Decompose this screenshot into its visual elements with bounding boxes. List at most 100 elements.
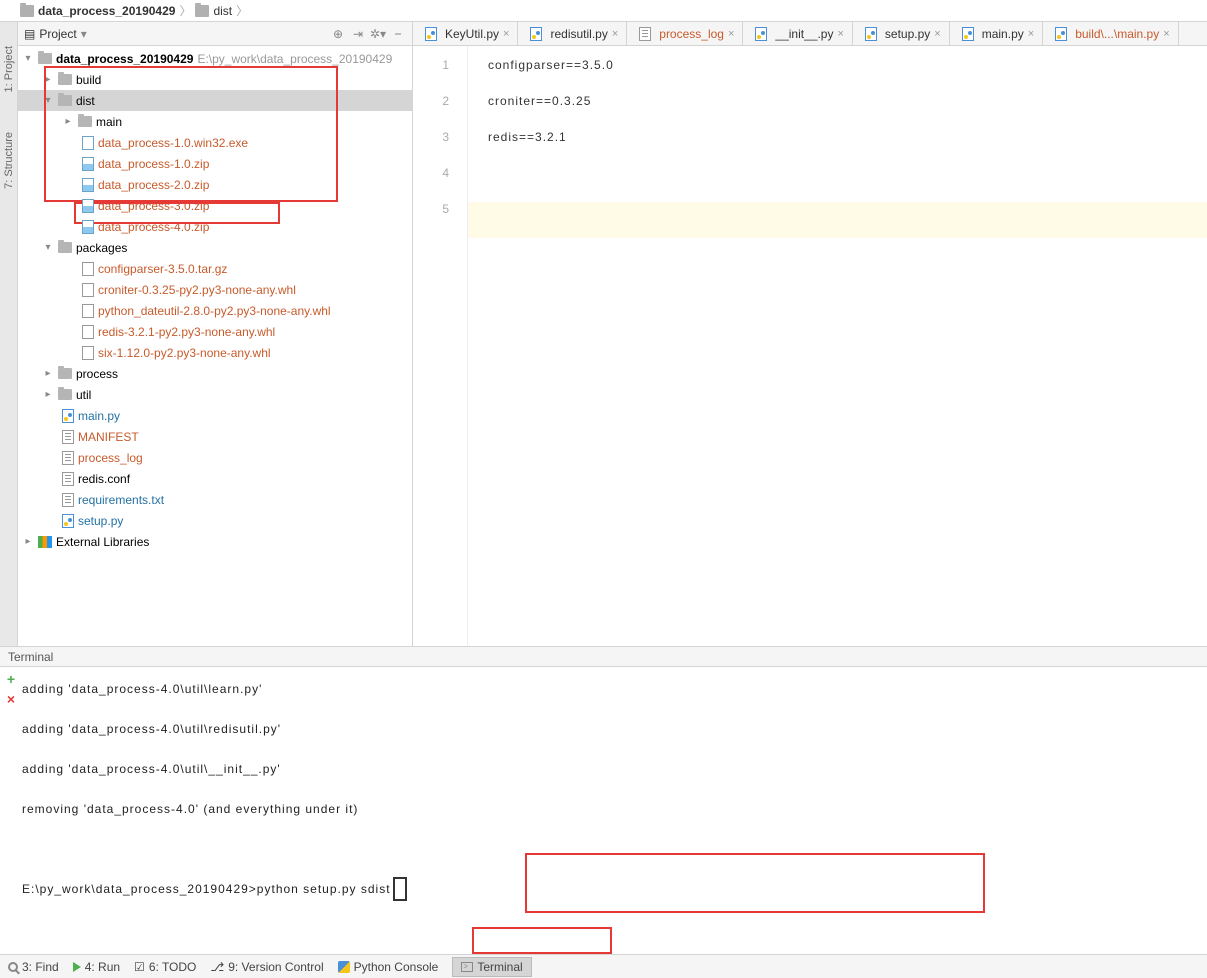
tree-folder-dist[interactable]: ▾ dist xyxy=(18,90,412,111)
play-icon xyxy=(73,962,81,972)
line-number: 2 xyxy=(413,94,467,130)
bottom-vcs[interactable]: ⎇9: Version Control xyxy=(210,960,323,974)
collapse-icon[interactable]: ⇥ xyxy=(350,26,366,42)
project-tree[interactable]: ▾ data_process_20190429 E:\py_work\data_… xyxy=(18,46,412,646)
tree-file-manifest[interactable]: MANIFEST xyxy=(18,426,412,447)
text-icon xyxy=(62,430,74,444)
tree-file[interactable]: data_process-2.0.zip xyxy=(18,174,412,195)
python-icon xyxy=(425,27,437,41)
text-icon xyxy=(639,27,651,41)
gear-icon[interactable]: ✲▾ xyxy=(370,26,386,42)
tree-folder-process[interactable]: ▸process xyxy=(18,363,412,384)
tab-redisutil[interactable]: redisutil.py× xyxy=(518,22,627,45)
code-line: redis==3.2.1 xyxy=(468,130,1207,166)
tree-file-reqs[interactable]: requirements.txt xyxy=(18,489,412,510)
close-icon[interactable]: × xyxy=(934,28,940,40)
chevron-right-icon[interactable]: ▸ xyxy=(62,116,74,127)
bottom-toolbar: 3: Find 4: Run ☑6: TODO ⎇9: Version Cont… xyxy=(0,954,1207,978)
tree-folder-util[interactable]: ▸util xyxy=(18,384,412,405)
close-icon[interactable]: × xyxy=(728,28,734,40)
folder-icon xyxy=(58,368,72,379)
chevron-right-icon[interactable]: ▸ xyxy=(42,74,54,85)
close-icon[interactable]: × xyxy=(1163,28,1169,40)
tree-file[interactable]: python_dateutil-2.8.0-py2.py3-none-any.w… xyxy=(18,300,412,321)
tree-file[interactable]: six-1.12.0-py2.py3-none-any.whl xyxy=(18,342,412,363)
tree-external-libs[interactable]: ▸External Libraries xyxy=(18,531,412,552)
code-line: croniter==0.3.25 xyxy=(468,94,1207,130)
plus-icon[interactable]: + xyxy=(7,671,15,687)
tree-label: data_process-4.0.zip xyxy=(98,220,209,234)
tree-label: requirements.txt xyxy=(78,493,164,507)
tree-folder-build[interactable]: ▸ build xyxy=(18,69,412,90)
tree-path: E:\py_work\data_process_20190429 xyxy=(197,52,392,66)
tree-folder-packages[interactable]: ▾ packages xyxy=(18,237,412,258)
tree-label: dist xyxy=(76,94,95,108)
folder-icon xyxy=(195,5,209,17)
tree-file[interactable]: data_process-4.0.zip xyxy=(18,216,412,237)
folder-icon xyxy=(58,95,72,106)
hide-icon[interactable]: ⎯ xyxy=(390,26,406,42)
tree-file[interactable]: croniter-0.3.25-py2.py3-none-any.whl xyxy=(18,279,412,300)
close-icon[interactable]: × xyxy=(503,28,509,40)
chevron-down-icon[interactable]: ▾ xyxy=(42,242,54,253)
tree-file[interactable]: data_process-1.0.zip xyxy=(18,153,412,174)
tree-label: process_log xyxy=(78,451,143,465)
chevron-right-icon[interactable]: ▸ xyxy=(42,389,54,400)
dropdown-icon[interactable]: ▾ xyxy=(81,27,87,41)
terminal-line: adding 'data_process-4.0\util\learn.py' xyxy=(22,669,1207,709)
folder-icon xyxy=(78,116,92,127)
chevron-down-icon[interactable]: ▾ xyxy=(22,53,34,64)
folder-icon xyxy=(58,242,72,253)
panel-title: Project xyxy=(39,27,76,41)
bottom-pyconsole[interactable]: Python Console xyxy=(338,960,439,974)
chevron-right-icon[interactable]: ▸ xyxy=(42,368,54,379)
locate-icon[interactable]: ⊕ xyxy=(330,26,346,42)
tab-buildmain[interactable]: build\...\main.py× xyxy=(1043,22,1178,45)
tree-file[interactable]: data_process-1.0.win32.exe xyxy=(18,132,412,153)
code-editor[interactable]: 1 2 3 4 5 configparser==3.5.0 croniter==… xyxy=(413,46,1207,646)
breadcrumb-root[interactable]: data_process_20190429 xyxy=(38,4,175,18)
tree-folder-main[interactable]: ▸ main xyxy=(18,111,412,132)
chevron-down-icon[interactable]: ▾ xyxy=(42,95,54,106)
chevron-right-icon[interactable]: ▸ xyxy=(22,536,34,547)
bottom-label: 3: Find xyxy=(22,960,59,974)
bottom-find[interactable]: 3: Find xyxy=(8,960,59,974)
tab-processlog[interactable]: process_log× xyxy=(627,22,743,45)
close-icon[interactable]: × xyxy=(837,28,843,40)
tree-root[interactable]: ▾ data_process_20190429 E:\py_work\data_… xyxy=(18,48,412,69)
tab-init[interactable]: __init__.py × xyxy=(743,22,852,45)
search-icon xyxy=(8,962,18,972)
cursor-icon xyxy=(393,877,407,901)
tree-label: main.py xyxy=(78,409,120,423)
tab-setup[interactable]: setup.py× xyxy=(853,22,950,45)
bottom-run[interactable]: 4: Run xyxy=(73,960,120,974)
code-content[interactable]: configparser==3.5.0 croniter==0.3.25 red… xyxy=(468,46,1207,646)
tab-label: __init__.py xyxy=(775,27,833,41)
module-icon xyxy=(38,53,52,64)
sidebar-tab-structure[interactable]: 7: Structure xyxy=(3,132,15,189)
project-panel-header: ▤ Project ▾ ⊕ ⇥ ✲▾ ⎯ xyxy=(18,22,412,46)
tab-main[interactable]: main.py× xyxy=(950,22,1043,45)
terminal-prompt-line[interactable]: E:\py_work\data_process_20190429>python … xyxy=(22,869,1207,909)
terminal-line-empty xyxy=(22,829,1207,869)
tree-file[interactable]: data_process-3.0.zip xyxy=(18,195,412,216)
tree-file-redisconf[interactable]: redis.conf xyxy=(18,468,412,489)
bottom-label: Terminal xyxy=(477,960,522,974)
tab-keyutil[interactable]: KeyUtil.py× xyxy=(413,22,518,45)
tree-label: MANIFEST xyxy=(78,430,139,444)
tree-label: data_process_20190429 xyxy=(56,52,193,66)
terminal-output[interactable]: adding 'data_process-4.0\util\learn.py' … xyxy=(22,667,1207,954)
bottom-terminal[interactable]: Terminal xyxy=(452,957,531,977)
close-icon[interactable]: × xyxy=(7,691,15,707)
breadcrumb-dist[interactable]: dist xyxy=(213,4,232,18)
sidebar-tab-project[interactable]: 1: Project xyxy=(3,46,15,92)
tree-file-mainpy[interactable]: main.py xyxy=(18,405,412,426)
chevron-right-icon: 〉 xyxy=(236,2,248,19)
tree-file-setup[interactable]: setup.py xyxy=(18,510,412,531)
bottom-todo[interactable]: ☑6: TODO xyxy=(134,960,196,974)
close-icon[interactable]: × xyxy=(1028,28,1034,40)
tree-file-processlog[interactable]: process_log xyxy=(18,447,412,468)
tree-file[interactable]: redis-3.2.1-py2.py3-none-any.whl xyxy=(18,321,412,342)
close-icon[interactable]: × xyxy=(612,28,618,40)
tree-file[interactable]: configparser-3.5.0.tar.gz xyxy=(18,258,412,279)
